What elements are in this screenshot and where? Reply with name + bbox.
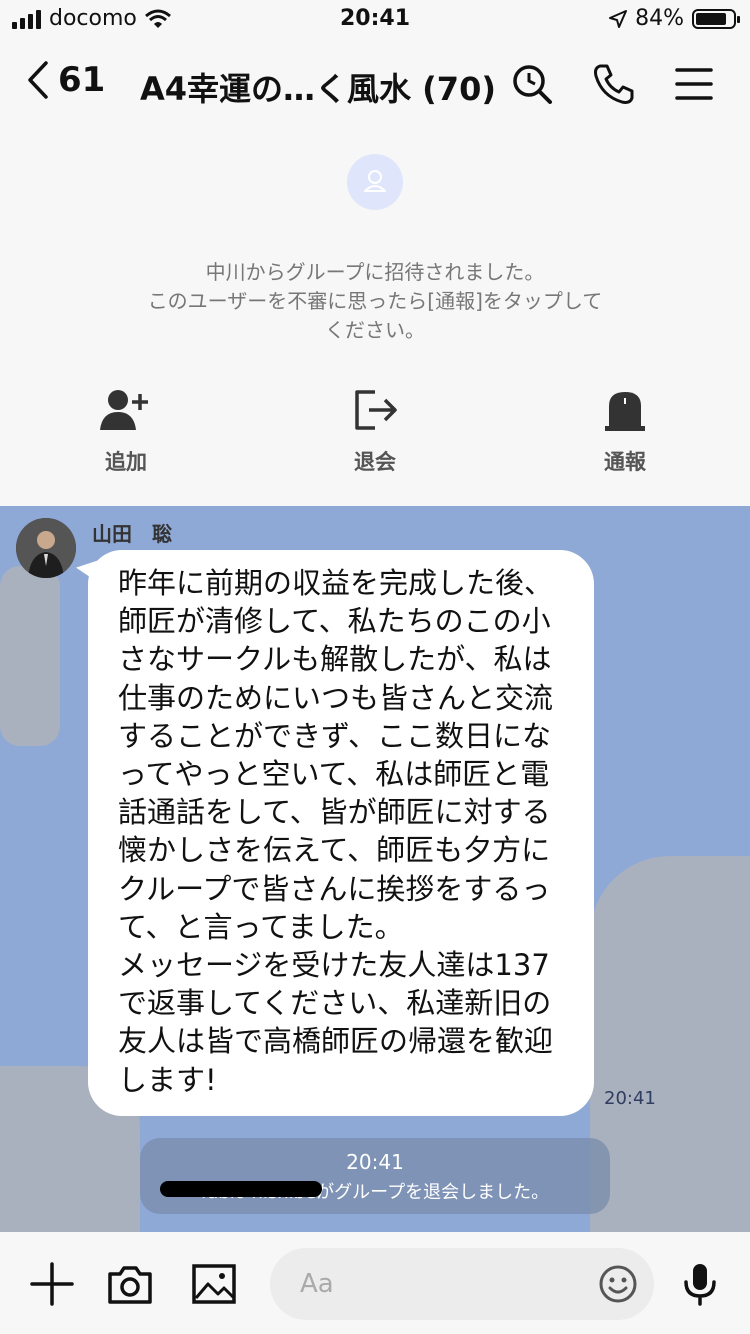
person-photo-icon <box>16 518 76 578</box>
chat-area[interactable]: 山田 聡 昨年に前期の収益を完成した後、 師匠が清修して、私たちのこの小 さなサ… <box>0 506 750 1232</box>
report-icon <box>605 392 645 431</box>
add-friend-label: 追加 <box>105 450 147 474</box>
default-avatar <box>347 154 403 210</box>
image-icon[interactable] <box>190 1260 238 1308</box>
notice-timestamp: 20:41 <box>346 1150 404 1174</box>
leave-notice: 20:41 fabio nishibeがグループを退会しました。 <box>140 1138 610 1214</box>
add-friend-button[interactable]: 追加 <box>66 388 186 476</box>
unread-count: 61 <box>58 60 106 100</box>
plus-icon[interactable] <box>28 1260 76 1308</box>
menu-icon[interactable] <box>670 60 718 108</box>
add-friend-icon <box>100 390 148 430</box>
battery-percent: 84% <box>635 6 684 31</box>
sender-name: 山田 聡 <box>92 522 172 546</box>
invite-line-1: 中川からグループに招待されました。 <box>205 260 545 284</box>
sender-avatar[interactable] <box>16 518 76 578</box>
location-arrow-icon <box>609 9 628 28</box>
invite-line-2: このユーザーを不審に思ったら[通報]をタップして <box>147 289 603 313</box>
input-bar: Aa <box>0 1232 750 1334</box>
chat-header: 61 A4幸運の…く風水 (70) <box>0 40 750 130</box>
microphone-icon[interactable] <box>676 1260 724 1308</box>
chevron-left-icon <box>28 61 48 99</box>
message-text: 昨年に前期の収益を完成した後、 師匠が清修して、私たちのこの小 さなサークルも解… <box>118 566 554 1097</box>
group-title[interactable]: A4幸運の…く風水 (70) <box>140 64 496 110</box>
background-shape <box>590 856 750 1232</box>
input-placeholder: Aa <box>300 1269 334 1299</box>
battery-fill <box>696 12 727 25</box>
message-timestamp: 20:41 <box>604 1088 656 1109</box>
camera-icon[interactable] <box>106 1260 154 1308</box>
invite-message: 中川からグループに招待されました。 このユーザーを不審に思ったら[通報]をタップ… <box>90 258 660 345</box>
leave-group-button[interactable]: 退会 <box>315 388 435 476</box>
battery-icon <box>692 8 740 29</box>
emoji-icon[interactable] <box>598 1264 638 1304</box>
message-input[interactable]: Aa <box>270 1248 654 1320</box>
redaction-mark <box>160 1181 322 1197</box>
person-icon <box>364 170 386 192</box>
report-label: 通報 <box>604 450 646 474</box>
status-right: 84% <box>609 6 740 31</box>
invite-notice-area: 中川からグループに招待されました。 このユーザーを不審に思ったら[通報]をタップ… <box>0 130 750 506</box>
phone-icon[interactable] <box>590 60 638 108</box>
back-button[interactable]: 61 <box>26 60 105 100</box>
background-shape <box>0 566 60 746</box>
search-icon[interactable] <box>508 60 556 108</box>
report-button[interactable]: 通報 <box>565 388 685 476</box>
leave-icon <box>355 390 397 430</box>
leave-label: 退会 <box>354 450 396 474</box>
message-bubble[interactable]: 昨年に前期の収益を完成した後、 師匠が清修して、私たちのこの小 さなサークルも解… <box>88 550 594 1116</box>
status-bar: docomo 20:41 84% <box>0 0 750 40</box>
invite-line-3: ください。 <box>325 318 425 342</box>
